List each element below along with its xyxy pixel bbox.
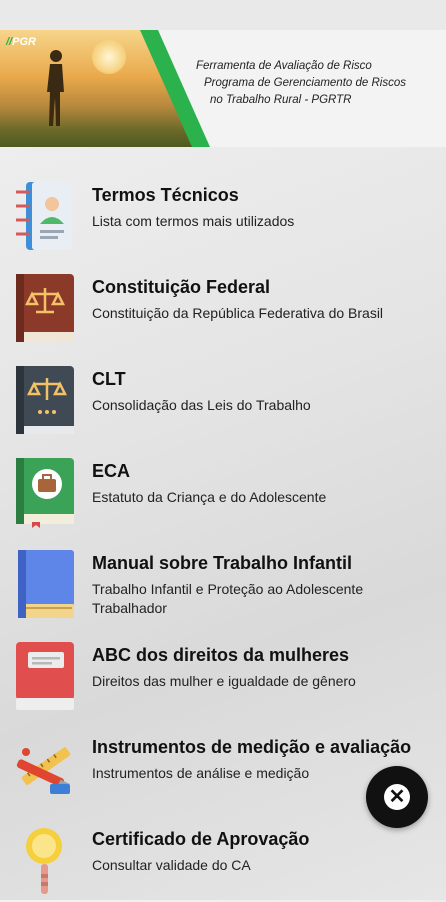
item-subtitle: Trabalho Infantil e Proteção ao Adolesce… <box>92 581 364 616</box>
magnifier-icon <box>26 828 62 894</box>
banner-line-3: no Trabalho Rural - PGRTR <box>210 94 352 106</box>
item-title: Termos Técnicos <box>92 185 239 205</box>
list-item-clt[interactable]: CLT Consolidação das Leis do Trabalho <box>0 354 446 442</box>
item-title: Certificado de Aprovação <box>92 829 310 849</box>
header-banner: //PGR Ferramenta de Avaliação de Risco P… <box>0 30 446 147</box>
scales-book-icon <box>16 366 74 434</box>
item-subtitle: Estatuto da Criança e do Adolescente <box>92 489 327 505</box>
pgr-logo: //PGR <box>6 36 36 48</box>
scales-book-icon <box>16 274 74 342</box>
list-item-manual-trabalho-infantil[interactable]: Manual sobre Trabalho Infantil Trabalho … <box>0 538 446 626</box>
close-fab-button[interactable]: ✕ <box>366 766 428 828</box>
tools-icon <box>16 747 71 794</box>
item-title: Instrumentos de medição e avaliação <box>92 737 412 757</box>
close-icon: ✕ <box>384 784 410 810</box>
list-item-constituicao-federal[interactable]: Constituição Federal Constituição da Rep… <box>0 262 446 350</box>
contact-notebook-icon <box>16 182 72 250</box>
list-item-abc-direitos-mulheres[interactable]: ABC dos direitos da mulheres Direitos da… <box>0 630 446 718</box>
banner-text: Ferramenta de Avaliação de Risco Program… <box>196 58 436 109</box>
farmer-silhouette-icon <box>47 50 64 126</box>
banner-line-2: Programa de Gerenciamento de Riscos <box>204 77 406 89</box>
item-title: Manual sobre Trabalho Infantil <box>92 553 353 573</box>
item-subtitle: Direitos das mulher e igualdade de gêner… <box>92 673 356 689</box>
list-item-certificado-aprovacao[interactable]: Certificado de Aprovação Consultar valid… <box>0 814 446 902</box>
item-title: ECA <box>92 461 131 481</box>
item-title: ABC dos direitos da mulheres <box>92 645 350 665</box>
item-title: CLT <box>92 369 126 389</box>
item-subtitle: Consolidação das Leis do Trabalho <box>92 397 311 413</box>
sun-glow <box>92 40 126 74</box>
item-subtitle: Constituição da República Federativa do … <box>92 305 384 321</box>
item-subtitle: Lista com termos mais utilizados <box>92 213 295 229</box>
list-item-termos-tecnicos[interactable]: Termos Técnicos Lista com termos mais ut… <box>0 170 446 258</box>
red-book-icon <box>16 642 74 710</box>
list-item-eca[interactable]: ECA Estatuto da Criança e do Adolescente <box>0 446 446 534</box>
briefcase-book-icon <box>16 458 74 528</box>
blue-book-icon <box>18 550 74 618</box>
item-subtitle: Consultar validade do CA <box>92 857 251 873</box>
item-title: Constituição Federal <box>92 277 271 297</box>
banner-line-1: Ferramenta de Avaliação de Risco <box>196 60 372 72</box>
status-bar <box>0 0 446 30</box>
